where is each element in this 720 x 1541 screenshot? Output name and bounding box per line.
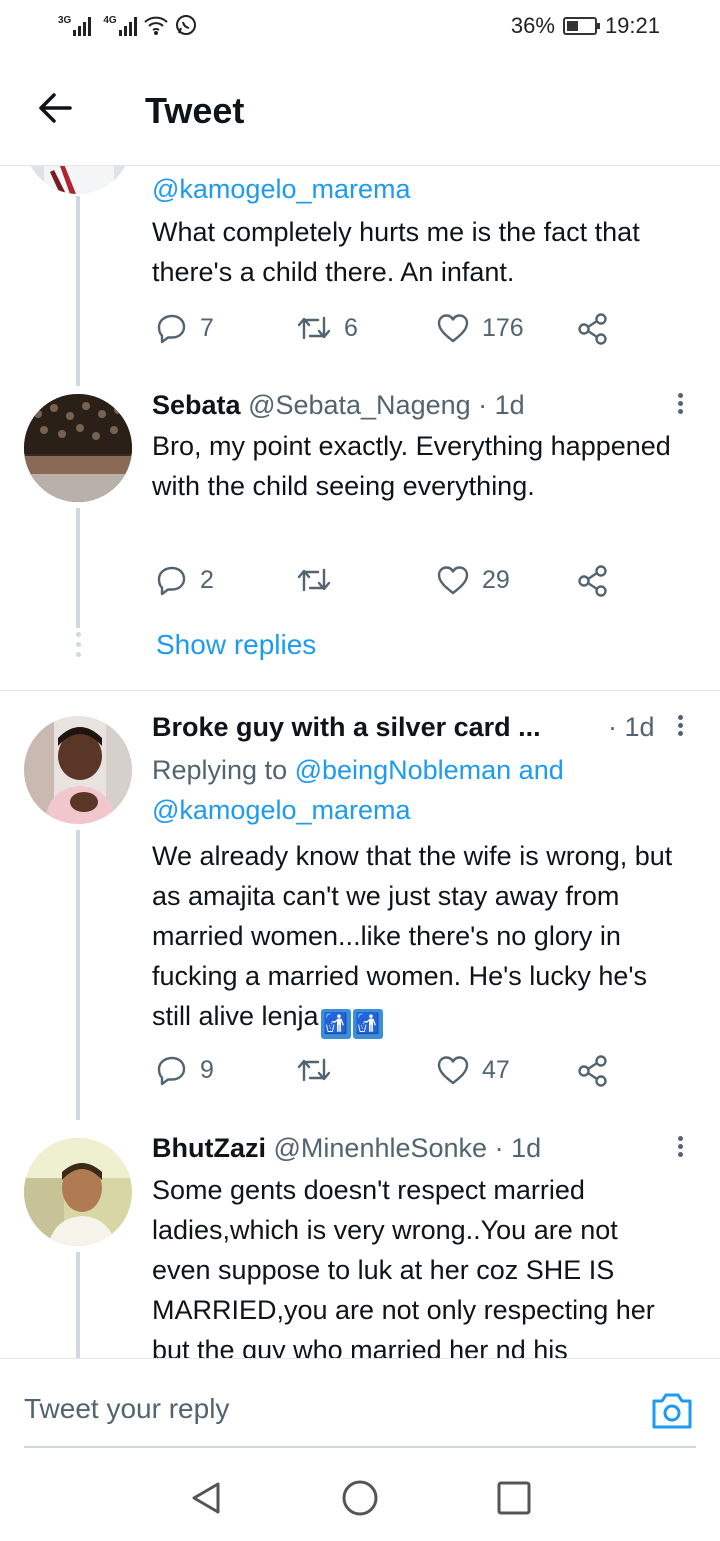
- share-button[interactable]: [576, 1054, 610, 1088]
- like-button[interactable]: 176: [436, 312, 524, 344]
- like-button[interactable]: 47: [436, 1054, 510, 1086]
- network-type-1: 3G: [58, 15, 72, 26]
- tweet-author[interactable]: Sebata @Sebata_Nageng · 1d: [152, 390, 525, 421]
- like-count: 47: [482, 1055, 510, 1084]
- tweet-timestamp: · 1d: [608, 712, 655, 742]
- reply-composer: Tweet your reply: [0, 1358, 720, 1448]
- share-icon: [578, 313, 607, 345]
- avatar[interactable]: [24, 166, 132, 194]
- tweet-author[interactable]: BhutZazi @MinenhleSonke · 1d: [152, 1133, 541, 1164]
- show-replies-link[interactable]: Show replies: [156, 629, 316, 661]
- status-bar: 3G 4G 36% 19:21: [0, 0, 720, 56]
- retweet-icon: [297, 1058, 331, 1082]
- retweet-icon: [297, 568, 331, 592]
- mention-link[interactable]: @kamogelo_marema: [152, 795, 411, 825]
- tweet-actions: 9 47: [152, 1054, 622, 1094]
- whatsapp-icon: [175, 15, 196, 35]
- like-count: 176: [482, 313, 524, 342]
- reply-count: 9: [200, 1055, 214, 1084]
- retweet-button[interactable]: [296, 564, 344, 596]
- like-count: 29: [482, 565, 510, 594]
- share-button[interactable]: [576, 564, 610, 598]
- share-icon: [578, 565, 607, 597]
- reply-button[interactable]: 7: [156, 312, 214, 344]
- nav-back-icon: [192, 1482, 220, 1514]
- share-button[interactable]: [576, 312, 610, 346]
- thread-line: [76, 508, 80, 628]
- mention-link[interactable]: @beingNobleman: [295, 755, 512, 785]
- avatar[interactable]: [24, 716, 132, 824]
- nav-recents-icon: [497, 1481, 531, 1515]
- reply-button[interactable]: 2: [156, 564, 214, 596]
- clock: 19:21: [604, 13, 660, 38]
- like-button[interactable]: 29: [436, 564, 510, 596]
- battery-percent: 36%: [510, 13, 555, 38]
- app-header: Tweet: [0, 56, 720, 166]
- reply-icon: [157, 314, 186, 344]
- replying-to: Replying to @beingNobleman and @kamogelo…: [152, 755, 564, 825]
- thread-continuation-dots: [74, 632, 82, 662]
- tweet-actions: 7 6 176: [152, 312, 622, 352]
- reply-count: 2: [200, 565, 214, 594]
- retweet-icon: [297, 316, 331, 340]
- tweet-actions: 2 29: [152, 564, 622, 604]
- share-icon: [578, 1055, 607, 1087]
- reply-icon: [157, 566, 186, 596]
- retweet-button[interactable]: [296, 1054, 344, 1086]
- reply-handle[interactable]: @kamogelo_marema: [152, 169, 682, 209]
- reply-button[interactable]: 9: [156, 1054, 214, 1086]
- camera-button[interactable]: [650, 1389, 694, 1431]
- tweet-text: What completely hurts me is the fact tha…: [152, 217, 640, 287]
- signal-icon-2: [118, 16, 137, 36]
- tweet-author[interactable]: Broke guy with a silver card ...: [152, 712, 541, 743]
- system-nav-bar: [0, 1448, 720, 1541]
- like-icon: [437, 1056, 469, 1085]
- thread-line: [76, 830, 80, 1120]
- camera-icon: [652, 1393, 692, 1429]
- like-icon: [437, 566, 469, 595]
- reply-icon: [157, 1056, 186, 1086]
- back-button[interactable]: [34, 86, 78, 130]
- network-type-2: 4G: [103, 15, 117, 26]
- like-icon: [437, 314, 469, 343]
- avatar[interactable]: [24, 1138, 132, 1246]
- reply-count: 7: [200, 313, 214, 342]
- tweet-text: Some gents doesn't respect married ladie…: [152, 1175, 655, 1358]
- thread-line: [76, 196, 80, 386]
- tweet-text: Bro, my point exactly. Everything happen…: [152, 431, 671, 501]
- nav-back-button[interactable]: [186, 1478, 226, 1518]
- more-options-button[interactable]: [670, 712, 690, 742]
- more-options-button[interactable]: [670, 390, 690, 420]
- wifi-icon: [144, 16, 168, 35]
- thread-line: [76, 1252, 80, 1358]
- retweet-button[interactable]: 6: [296, 312, 358, 344]
- back-arrow-icon: [39, 93, 72, 123]
- nav-home-icon: [342, 1480, 378, 1516]
- nav-recents-button[interactable]: [494, 1478, 534, 1518]
- wastebasket-emoji: 🚮: [352, 1009, 383, 1039]
- avatar[interactable]: [24, 394, 132, 502]
- more-options-button[interactable]: [670, 1133, 690, 1163]
- tweet-thread[interactable]: @kamogelo_marema What completely hurts m…: [0, 166, 720, 1358]
- retweet-count: 6: [344, 313, 358, 342]
- reply-input[interactable]: Tweet your reply: [24, 1393, 229, 1425]
- signal-icon-1: [73, 16, 92, 36]
- wastebasket-emoji: 🚮: [320, 1009, 351, 1039]
- divider: [0, 690, 720, 691]
- page-title: Tweet: [145, 90, 245, 131]
- nav-home-button[interactable]: [340, 1478, 380, 1518]
- tweet-text: We already know that the wife is wrong, …: [152, 836, 682, 1039]
- battery-icon: [562, 17, 600, 35]
